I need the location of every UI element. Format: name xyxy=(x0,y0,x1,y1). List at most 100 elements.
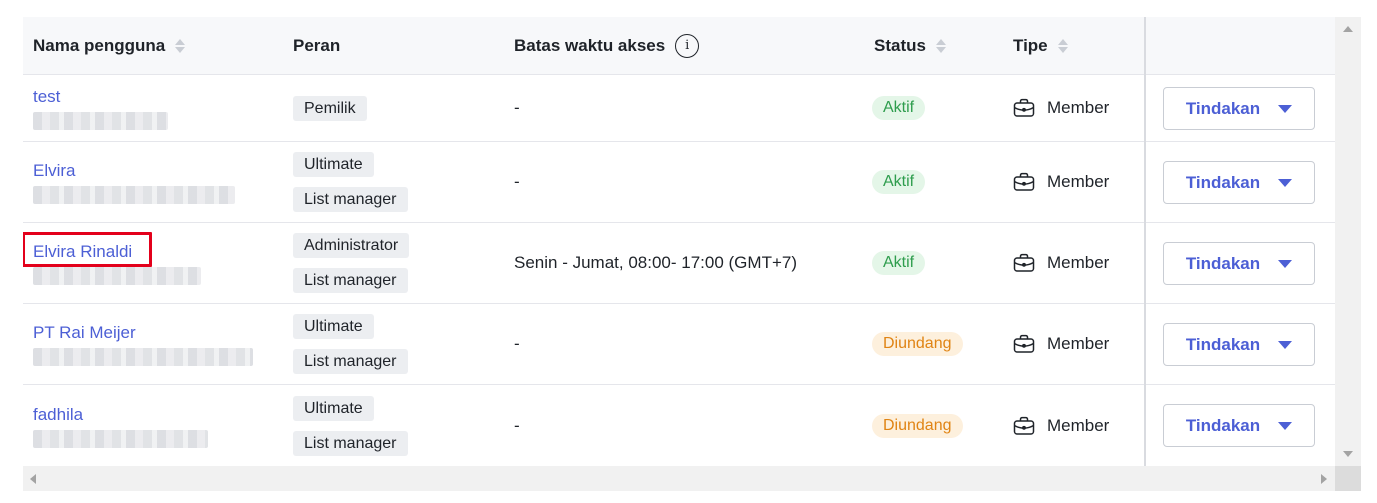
scroll-left-icon[interactable] xyxy=(30,474,36,484)
briefcase-icon xyxy=(1013,416,1035,436)
role-tag: List manager xyxy=(293,268,408,293)
action-dropdown-button[interactable]: Tindakan xyxy=(1163,242,1315,285)
caret-down-icon xyxy=(1278,259,1293,268)
user-table-frame: Nama pengguna Peran Batas waktu akses i … xyxy=(23,17,1361,491)
role-tag: List manager xyxy=(293,430,408,456)
horizontal-scrollbar[interactable] xyxy=(23,466,1335,491)
column-header-username[interactable]: Nama pengguna xyxy=(33,17,186,74)
action-button-label: Tindakan xyxy=(1185,415,1261,435)
username-link[interactable]: test xyxy=(33,86,60,108)
column-header-type[interactable]: Tipe xyxy=(1013,17,1069,74)
status-cell: Aktif xyxy=(872,75,926,141)
sort-icon[interactable] xyxy=(174,37,186,55)
caret-down-icon xyxy=(1278,340,1293,349)
table-row: Elvira Rinaldi Administrator List manager S… xyxy=(23,223,1335,304)
action-dropdown-button[interactable]: Tindakan xyxy=(1163,161,1315,204)
username-cell: test xyxy=(33,75,168,141)
caret-down-icon xyxy=(1278,421,1293,430)
username-cell: Elvira Rinaldi xyxy=(33,223,201,303)
briefcase-icon xyxy=(1013,98,1035,118)
status-cell: Aktif xyxy=(872,223,926,303)
username-link[interactable]: Elvira Rinaldi xyxy=(33,241,132,263)
action-dropdown-button[interactable]: Tindakan xyxy=(1163,323,1315,366)
access-limit-cell: - xyxy=(514,98,520,117)
role-cell: Pemilik xyxy=(293,75,367,141)
action-button-label: Tindakan xyxy=(1185,172,1261,192)
vertical-scrollbar[interactable] xyxy=(1335,17,1361,466)
type-cell: Member xyxy=(1013,75,1109,141)
redacted-email xyxy=(33,267,201,285)
column-header-actions xyxy=(1146,17,1335,74)
username-cell: Elvira xyxy=(33,142,235,222)
role-cell: Administrator List manager xyxy=(293,223,410,303)
column-header-status-label: Status xyxy=(874,35,926,55)
type-cell: Member xyxy=(1013,223,1109,303)
user-table: Nama pengguna Peran Batas waktu akses i … xyxy=(23,17,1335,466)
action-dropdown-button[interactable]: Tindakan xyxy=(1163,404,1315,447)
scrollbar-corner xyxy=(1335,466,1361,491)
type-label: Member xyxy=(1047,415,1110,435)
sort-icon[interactable] xyxy=(1057,37,1069,55)
redacted-email xyxy=(33,348,253,366)
sticky-column-divider xyxy=(1144,17,1146,466)
role-cell: Ultimate List manager xyxy=(293,304,408,384)
column-header-access-limit: Batas waktu akses i xyxy=(514,17,700,74)
table-row: test Pemilik - Aktif Member Tindakan xyxy=(23,75,1335,142)
table-row: PT Rai Meijer Ultimate List manager - Diunda… xyxy=(23,304,1335,385)
action-button-label: Tindakan xyxy=(1185,253,1261,273)
username-cell: fadhila xyxy=(33,385,208,466)
access-limit-cell: - xyxy=(514,334,520,353)
column-header-role: Peran xyxy=(293,17,340,74)
scroll-right-icon[interactable] xyxy=(1321,474,1327,484)
column-header-status[interactable]: Status xyxy=(874,17,947,74)
column-header-access-limit-label: Batas waktu akses xyxy=(514,35,666,55)
column-header-role-label: Peran xyxy=(293,35,341,55)
sort-icon[interactable] xyxy=(935,37,947,55)
role-tag: Administrator xyxy=(293,233,410,258)
status-cell: Aktif xyxy=(872,142,926,222)
caret-down-icon xyxy=(1278,178,1293,187)
status-badge: Aktif xyxy=(872,170,926,194)
column-header-username-label: Nama pengguna xyxy=(33,35,166,55)
type-label: Member xyxy=(1047,98,1110,117)
username-link[interactable]: Elvira xyxy=(33,160,76,182)
username-link[interactable]: fadhila xyxy=(33,404,83,426)
briefcase-icon xyxy=(1013,253,1035,273)
role-tag: List manager xyxy=(293,187,408,212)
type-label: Member xyxy=(1047,334,1110,353)
redacted-email xyxy=(33,429,208,448)
info-icon[interactable]: i xyxy=(675,33,700,58)
briefcase-icon xyxy=(1013,172,1035,192)
status-badge: Aktif xyxy=(872,96,926,120)
status-cell: Diundang xyxy=(872,385,963,466)
scroll-up-icon[interactable] xyxy=(1343,26,1353,32)
caret-down-icon xyxy=(1278,104,1293,113)
redacted-email xyxy=(33,112,168,130)
access-limit-cell: Senin - Jumat, 08:00- 17:00 (GMT+7) xyxy=(514,253,797,272)
table-header: Nama pengguna Peran Batas waktu akses i … xyxy=(23,17,1335,75)
action-button-label: Tindakan xyxy=(1185,334,1261,354)
role-cell: Ultimate List manager xyxy=(293,142,408,222)
type-label: Member xyxy=(1047,253,1110,272)
status-badge: Diundang xyxy=(872,332,963,356)
username-cell: PT Rai Meijer xyxy=(33,304,253,384)
type-cell: Member xyxy=(1013,142,1109,222)
access-limit-cell: - xyxy=(514,172,520,191)
column-header-type-label: Tipe xyxy=(1013,35,1048,55)
status-badge: Diundang xyxy=(872,413,963,438)
role-tag: List manager xyxy=(293,349,408,374)
action-dropdown-button[interactable]: Tindakan xyxy=(1163,87,1315,130)
role-tag: Ultimate xyxy=(293,152,374,177)
table-row: fadhila Ultimate List manager - Diundang Memb… xyxy=(23,385,1335,466)
scroll-down-icon[interactable] xyxy=(1343,451,1353,457)
username-link[interactable]: PT Rai Meijer xyxy=(33,322,136,344)
status-cell: Diundang xyxy=(872,304,963,384)
type-cell: Member xyxy=(1013,304,1109,384)
action-button-label: Tindakan xyxy=(1185,98,1261,118)
role-tag: Ultimate xyxy=(293,314,374,339)
table-row: Elvira Ultimate List manager - Aktif Member Ti… xyxy=(23,142,1335,223)
redacted-email xyxy=(33,186,235,204)
access-limit-cell: - xyxy=(514,415,520,435)
type-label: Member xyxy=(1047,172,1110,191)
status-badge: Aktif xyxy=(872,251,926,275)
